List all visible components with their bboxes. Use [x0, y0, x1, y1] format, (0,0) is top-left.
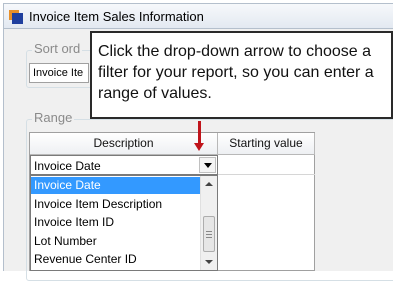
title-bar[interactable]: Invoice Item Sales Information [3, 3, 393, 29]
description-combo[interactable]: Invoice Date [30, 155, 218, 175]
dropdown-item[interactable]: Revenue Center ID [31, 251, 200, 268]
range-label: Range [32, 110, 75, 125]
chevron-down-icon [204, 163, 212, 168]
arrow-head-icon [194, 143, 204, 151]
instruction-callout: Click the drop-down arrow to choose a fi… [90, 31, 393, 119]
pointer-arrow-icon [198, 121, 201, 145]
sort-order-label: Sort ord [32, 41, 83, 56]
scrollbar-thumb[interactable] [203, 216, 215, 252]
starting-value-cell[interactable] [218, 155, 315, 175]
column-header-description[interactable]: Description [30, 133, 218, 155]
combo-selected-value: Invoice Date [34, 159, 101, 173]
dropdown-item[interactable]: Invoice Date [31, 177, 200, 194]
scroll-up-icon[interactable] [205, 182, 213, 186]
dropdown-item[interactable]: Invoice Item Description [31, 196, 200, 213]
sort-order-select[interactable]: Invoice Ite [29, 63, 89, 83]
column-header-starting-value[interactable]: Starting value [218, 133, 315, 155]
range-grid: Description Starting value Invoice Date … [29, 132, 315, 271]
window-title: Invoice Item Sales Information [29, 9, 204, 24]
scroll-down-icon[interactable] [205, 260, 213, 264]
app-icon [9, 10, 23, 24]
grid-right-blank [315, 132, 393, 271]
dropdown-arrow-button[interactable] [199, 157, 216, 173]
callout-text: Click the drop-down arrow to choose a fi… [98, 43, 374, 102]
dropdown-scrollbar[interactable] [200, 176, 217, 270]
dropdown-item[interactable]: Lot Number [31, 233, 200, 250]
dropdown-item[interactable]: Invoice Item ID [31, 214, 200, 231]
dialog-window: Invoice Item Sales Information Sort ord … [0, 0, 393, 281]
filter-dropdown-list[interactable]: Invoice Date Invoice Item Description In… [30, 175, 218, 271]
